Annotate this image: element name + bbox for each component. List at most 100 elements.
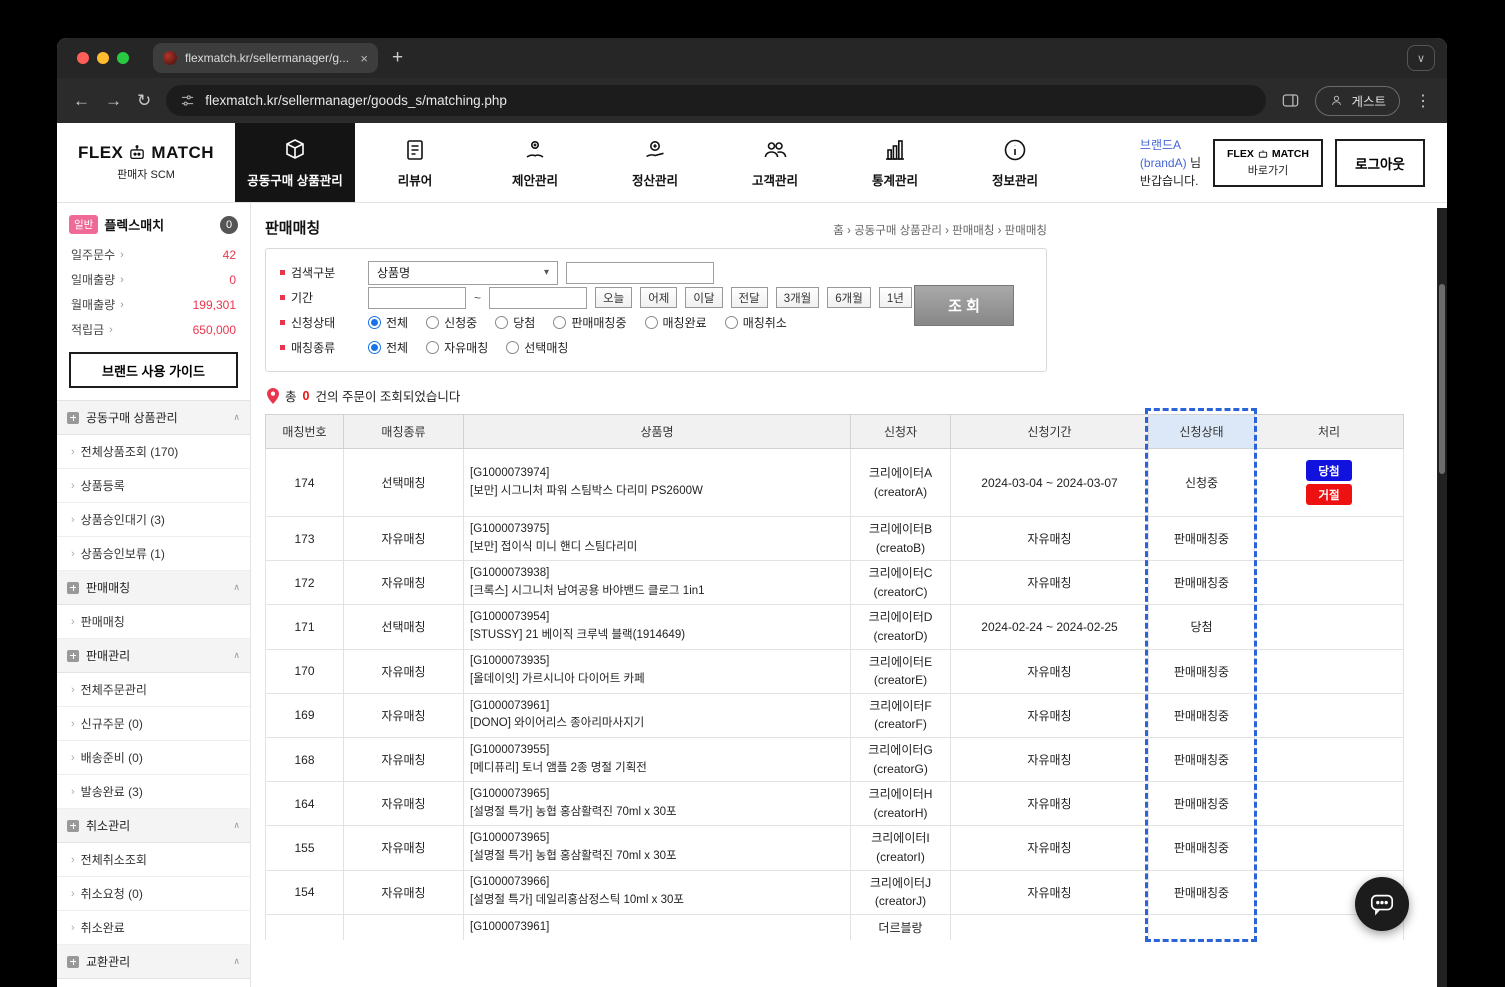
forward-icon[interactable]: → <box>105 91 122 111</box>
nav-reviewer[interactable]: 리뷰어 <box>355 123 475 202</box>
url-input[interactable]: flexmatch.kr/sellermanager/goods_s/match… <box>166 85 1266 116</box>
item-label: 전체상품조회 (170) <box>81 443 179 460</box>
greeting-brand-en[interactable]: (brandA) <box>1140 156 1187 170</box>
profile-button[interactable]: 게스트 <box>1315 86 1400 116</box>
bullet-icon <box>280 345 285 350</box>
minimize-window-button[interactable] <box>97 52 109 64</box>
sidebar-item-cancel-request[interactable]: › 취소요청 (0) <box>57 877 250 911</box>
header-right-cluster: 브랜드A (brandA) 님 반갑습니다. FLEX MATCH 바로가기 <box>1140 123 1447 202</box>
nav-statistics[interactable]: 통계관리 <box>835 123 955 202</box>
tab-close-icon[interactable]: × <box>360 51 368 66</box>
sidebar-item-new-orders[interactable]: › 신규주문 (0) <box>57 707 250 741</box>
period-last-month-button[interactable]: 전달 <box>731 287 768 308</box>
sidebar-item-all-orders[interactable]: › 전체주문관리 <box>57 673 250 707</box>
tab-title: flexmatch.kr/sellermanager/g... <box>185 51 352 65</box>
sidebar-item-all-exchanges[interactable]: › 전체교환조회 <box>57 979 250 987</box>
chevron-up-icon: ∧ <box>233 412 240 423</box>
flexmatch-shortcut-button[interactable]: FLEX MATCH 바로가기 <box>1213 139 1323 187</box>
nav-proposal[interactable]: 제안관리 <box>475 123 595 202</box>
sidebar-item-all-cancels[interactable]: › 전체취소조회 <box>57 843 250 877</box>
info-icon <box>1002 137 1028 163</box>
item-marker-icon: › <box>71 888 75 900</box>
notification-count-badge[interactable]: 0 <box>220 216 238 234</box>
tune-icon[interactable] <box>180 93 195 108</box>
logout-button[interactable]: 로그아웃 <box>1335 139 1425 187</box>
period-this-month-button[interactable]: 이달 <box>685 287 722 308</box>
period-yesterday-button[interactable]: 어제 <box>640 287 677 308</box>
match-radio-all[interactable]: 전체 <box>368 339 408 356</box>
sidebar-section-sales-management[interactable]: 판매관리 ∧ <box>57 639 250 673</box>
search-keyword-input[interactable] <box>566 262 714 284</box>
status-radio-cancelled[interactable]: 매칭취소 <box>725 314 787 331</box>
sidebar-section-goods[interactable]: 공동구매 상품관리 ∧ <box>57 401 250 435</box>
greeting-brand-link[interactable]: 브랜드A <box>1140 138 1181 152</box>
browser-tab[interactable]: flexmatch.kr/sellermanager/g... × <box>153 43 378 73</box>
sidebar-item-approval-hold[interactable]: › 상품승인보류 (1) <box>57 537 250 571</box>
period-1-year-button[interactable]: 1년 <box>879 287 912 308</box>
settlement-icon <box>642 137 668 163</box>
reject-button[interactable]: 거절 <box>1306 484 1352 505</box>
period-from-input[interactable] <box>368 287 466 309</box>
page: FLEX MATCH 판매자 SCM 공동구매 상품관리 <box>57 123 1447 987</box>
stat-value: 199,301 <box>193 298 236 312</box>
back-icon[interactable]: ← <box>73 91 90 111</box>
sidebar-item-approval-pending[interactable]: › 상품승인대기 (3) <box>57 503 250 537</box>
new-tab-button[interactable]: + <box>392 47 403 69</box>
nav-goods-management[interactable]: 공동구매 상품관리 <box>235 123 355 202</box>
sidebar-section-sales-matching[interactable]: 판매매칭 ∧ <box>57 571 250 605</box>
sidebar-item-shipped[interactable]: › 발송완료 (3) <box>57 775 250 809</box>
sidebar-item-shipping-prep[interactable]: › 배송준비 (0) <box>57 741 250 775</box>
scrollbar-thumb[interactable] <box>1439 284 1445 474</box>
browser-menu-icon[interactable]: ⋮ <box>1415 91 1431 111</box>
brand-guide-button[interactable]: 브랜드 사용 가이드 <box>69 352 238 388</box>
sidebar-item-all-products[interactable]: › 전체상품조회 (170) <box>57 435 250 469</box>
side-panel-icon[interactable] <box>1281 91 1300 110</box>
status-radio-won[interactable]: 당첨 <box>495 314 535 331</box>
status-radio-all[interactable]: 전체 <box>368 314 408 331</box>
radio-icon <box>426 341 439 354</box>
win-button[interactable]: 당첨 <box>1306 460 1352 481</box>
nav-information[interactable]: 정보관리 <box>955 123 1075 202</box>
period-6-months-button[interactable]: 6개월 <box>827 287 871 308</box>
stat-label: 일매출량 <box>71 271 115 288</box>
box-icon <box>282 137 308 163</box>
period-3-months-button[interactable]: 3개월 <box>776 287 820 308</box>
page-scrollbar[interactable] <box>1437 208 1447 987</box>
tier-badge: 일반 <box>69 215 98 234</box>
close-window-button[interactable] <box>77 52 89 64</box>
proposal-icon <box>522 137 548 163</box>
search-submit-button[interactable]: 조 회 <box>914 285 1014 326</box>
sidebar-item-sales-matching[interactable]: › 판매매칭 <box>57 605 250 639</box>
tab-favicon-icon <box>163 51 177 65</box>
status-radio-matching[interactable]: 판매매칭중 <box>553 314 626 331</box>
logo-subtitle: 판매자 SCM <box>117 166 175 182</box>
bullet-icon <box>280 270 285 275</box>
match-radio-free[interactable]: 자유매칭 <box>426 339 488 356</box>
period-today-button[interactable]: 오늘 <box>595 287 632 308</box>
nav-settlement[interactable]: 정산관리 <box>595 123 715 202</box>
reload-icon[interactable]: ↻ <box>137 91 151 111</box>
profile-label: 게스트 <box>1351 91 1386 110</box>
sidebar-item-cancel-complete[interactable]: › 취소완료 <box>57 911 250 945</box>
site-logo[interactable]: FLEX MATCH 판매자 SCM <box>57 123 235 202</box>
period-to-input[interactable] <box>489 287 587 309</box>
stat-value: 42 <box>223 248 236 262</box>
search-type-select[interactable]: 상품명 ▾ <box>368 261 558 285</box>
stat-daily-sales: 일매출량 › 0 <box>57 267 250 292</box>
nav-customer[interactable]: 고객관리 <box>715 123 835 202</box>
status-radio-complete[interactable]: 매칭완료 <box>645 314 707 331</box>
col-match-type: 매칭종류 <box>344 415 464 449</box>
status-radio-applying[interactable]: 신청중 <box>426 314 477 331</box>
col-actions: 처리 <box>1255 415 1404 449</box>
result-suffix: 건의 주문이 조회되었습니다 <box>315 386 460 405</box>
chat-widget-button[interactable] <box>1355 877 1409 931</box>
tab-search-chevron-icon[interactable]: ∨ <box>1407 45 1435 71</box>
maximize-window-button[interactable] <box>117 52 129 64</box>
sidebar-section-exchange-management[interactable]: 교환관리 ∧ <box>57 945 250 979</box>
match-radio-select[interactable]: 선택매칭 <box>506 339 568 356</box>
logo-match-text: MATCH <box>151 143 214 163</box>
shortcut-match-text: MATCH <box>1272 148 1309 160</box>
sidebar-item-product-register[interactable]: › 상품등록 <box>57 469 250 503</box>
chevron-right-icon: › <box>120 274 124 286</box>
sidebar-section-cancel-management[interactable]: 취소관리 ∧ <box>57 809 250 843</box>
